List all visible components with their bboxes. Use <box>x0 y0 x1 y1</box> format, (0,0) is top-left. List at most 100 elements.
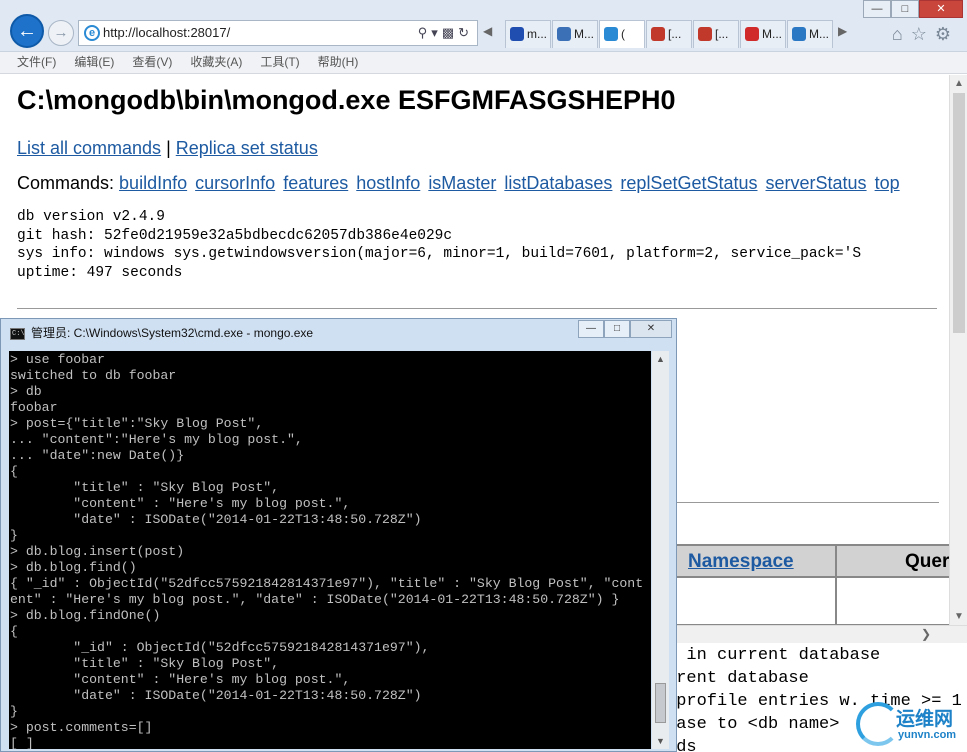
minimize-button[interactable]: — <box>863 0 891 18</box>
console-line: > db.blog.insert(post) <box>10 544 185 559</box>
screen: ← → e http://localhost:28017/ ⚲▾▩↻ ◀ m..… <box>0 0 967 752</box>
scroll-up-icon[interactable]: ▲ <box>656 354 665 364</box>
ie-icon: e <box>84 25 100 41</box>
tab-scroll-left-icon[interactable]: ◀ <box>483 24 492 38</box>
console-line: > db.blog.find() <box>10 560 137 575</box>
query-header: Quer <box>905 551 949 572</box>
command-link-replsetgetstatus[interactable]: replSetGetStatus <box>620 173 757 193</box>
browser-tab[interactable]: [... <box>693 20 739 48</box>
watermark-name: 运维网 <box>896 709 954 730</box>
command-link-hostinfo[interactable]: hostInfo <box>356 173 420 193</box>
scrollbar-thumb[interactable] <box>655 683 666 723</box>
cmd-maximize-button[interactable]: □ <box>604 320 630 338</box>
cmd-minimize-button[interactable]: — <box>578 320 604 338</box>
replica-status-link[interactable]: Replica set status <box>176 138 318 158</box>
command-link-listdatabases[interactable]: listDatabases <box>504 173 612 193</box>
info-line: db version v2.4.9 <box>17 209 165 225</box>
background-line: s in current database <box>666 646 881 665</box>
page-vertical-scrollbar[interactable]: ▲ ▼ <box>949 75 967 625</box>
page-horizontal-scrollbar[interactable]: ❯ <box>677 625 967 643</box>
console-line: "date" : ISODate("2014-01-22T13:48:50.72… <box>10 512 422 527</box>
address-bar[interactable]: e http://localhost:28017/ ⚲▾▩↻ <box>78 20 478 46</box>
menu-item[interactable]: 帮助(H) <box>318 55 359 69</box>
console-scrollbar[interactable]: ▲ ▼ <box>652 351 669 749</box>
browser-tab[interactable]: M... <box>787 20 833 48</box>
scroll-right-icon[interactable]: ❯ <box>921 627 931 641</box>
cmd-window-controls: — □ ✕ <box>578 320 672 338</box>
console-line: ... "date":new Date()} <box>10 448 185 463</box>
info-line: sys info: windows sys.getwindowsversion(… <box>17 246 862 262</box>
tab-label: M... <box>809 27 829 41</box>
menu-item[interactable]: 查看(V) <box>132 55 172 69</box>
back-button[interactable]: ← <box>10 14 44 48</box>
watermark-url: yunvn.com <box>898 729 957 741</box>
cmd-icon: C:\ <box>10 328 25 340</box>
maximize-button[interactable]: □ <box>891 0 919 18</box>
console-line: > use foobar <box>10 352 105 367</box>
namespace-header-link[interactable]: Namespace <box>688 551 794 573</box>
menu-item[interactable]: 编辑(E) <box>74 55 114 69</box>
person-icon <box>698 27 712 41</box>
gear-icon[interactable]: ⚙ <box>935 24 959 44</box>
scroll-down-icon[interactable]: ▼ <box>656 736 665 746</box>
console-line: } <box>10 528 18 543</box>
menu-item[interactable]: 收藏夹(A) <box>190 55 242 69</box>
console-line: "title" : "Sky Blog Post", <box>10 480 280 495</box>
console-line: "date" : ISODate("2014-01-22T13:48:50.72… <box>10 688 422 703</box>
command-link-top[interactable]: top <box>875 173 900 193</box>
favorites-star-icon[interactable]: ☆ <box>911 24 935 44</box>
namespace-table: Namespace Quer <box>669 544 949 625</box>
command-link-ismaster[interactable]: isMaster <box>428 173 496 193</box>
console-line: foobar <box>10 400 58 415</box>
browser-tab[interactable]: [... <box>646 20 692 48</box>
info-line: git hash: 52fe0d21959e32a5bdbecdc62057db… <box>17 227 453 244</box>
menu-bar: 文件(F) 编辑(E) 查看(V) 收藏夹(A) 工具(T) 帮助(H) <box>0 52 967 74</box>
info-line: uptime: 497 seconds <box>17 264 183 281</box>
console-line: > db.blog.findOne() <box>10 608 161 623</box>
console-line: "_id" : ObjectId("52dfcc575921842814371e… <box>10 640 430 655</box>
swirl-logo-icon <box>856 702 900 746</box>
forward-button[interactable]: → <box>48 20 74 46</box>
console-line: { <box>10 624 18 639</box>
command-link-serverstatus[interactable]: serverStatus <box>766 173 867 193</box>
tab-scroll-right-icon[interactable]: ▶ <box>838 24 847 38</box>
divider <box>677 502 939 503</box>
command-link-buildinfo[interactable]: buildInfo <box>119 173 187 193</box>
table-column-divider <box>835 546 837 625</box>
console-output[interactable]: > use foobar switched to db foobar > db foo… <box>9 351 651 749</box>
browser-tab[interactable]: ( <box>599 20 645 48</box>
tab-label: M... <box>574 27 594 41</box>
home-icon[interactable]: ⌂ <box>892 24 911 44</box>
page-title: C:\mongodb\bin\mongod.exe ESFGMFASGSHEPH… <box>17 85 676 115</box>
cmd-window: C:\ 管理员: C:\Windows\System32\cmd.exe - m… <box>0 318 677 752</box>
cmd-title: 管理员: C:\Windows\System32\cmd.exe - mongo… <box>31 326 314 340</box>
paw-icon <box>510 27 524 41</box>
close-button[interactable]: ✕ <box>919 0 963 18</box>
divider <box>17 308 937 309</box>
scroll-up-icon[interactable]: ▲ <box>954 78 964 89</box>
command-link-cursorinfo[interactable]: cursorInfo <box>195 173 275 193</box>
command-link-features[interactable]: features <box>283 173 348 193</box>
browser-tab[interactable]: M... <box>552 20 598 48</box>
scroll-down-icon[interactable]: ▼ <box>954 611 964 622</box>
menu-item[interactable]: 工具(T) <box>260 55 299 69</box>
link-separator: | <box>161 138 176 158</box>
tab-strip: m... M... ( [... [... M... M... <box>505 20 834 50</box>
tab-label: [... <box>668 27 682 41</box>
address-tools[interactable]: ⚲▾▩↻ <box>418 21 473 45</box>
menu-item[interactable]: 文件(F) <box>17 55 56 69</box>
browser-tools: ⌂☆⚙ <box>892 24 959 45</box>
cloud-icon <box>557 27 571 41</box>
scrollbar-thumb[interactable] <box>953 93 965 333</box>
list-commands-link[interactable]: List all commands <box>17 138 161 158</box>
commands-label: Commands: <box>17 173 120 193</box>
browser-tab[interactable]: m... <box>505 20 551 48</box>
cmd-close-button[interactable]: ✕ <box>630 320 672 338</box>
commands-row: Commands: buildInfo cursorInfo features … <box>17 173 949 194</box>
tab-label: [... <box>715 27 729 41</box>
console-line: ent" : "Here's my blog post.", "date" : … <box>10 592 620 607</box>
browser-tab[interactable]: M... <box>740 20 786 48</box>
console-line: { <box>10 464 18 479</box>
cmd-titlebar[interactable]: C:\ 管理员: C:\Windows\System32\cmd.exe - m… <box>1 319 678 349</box>
window-controls: — □ ✕ <box>863 0 963 18</box>
